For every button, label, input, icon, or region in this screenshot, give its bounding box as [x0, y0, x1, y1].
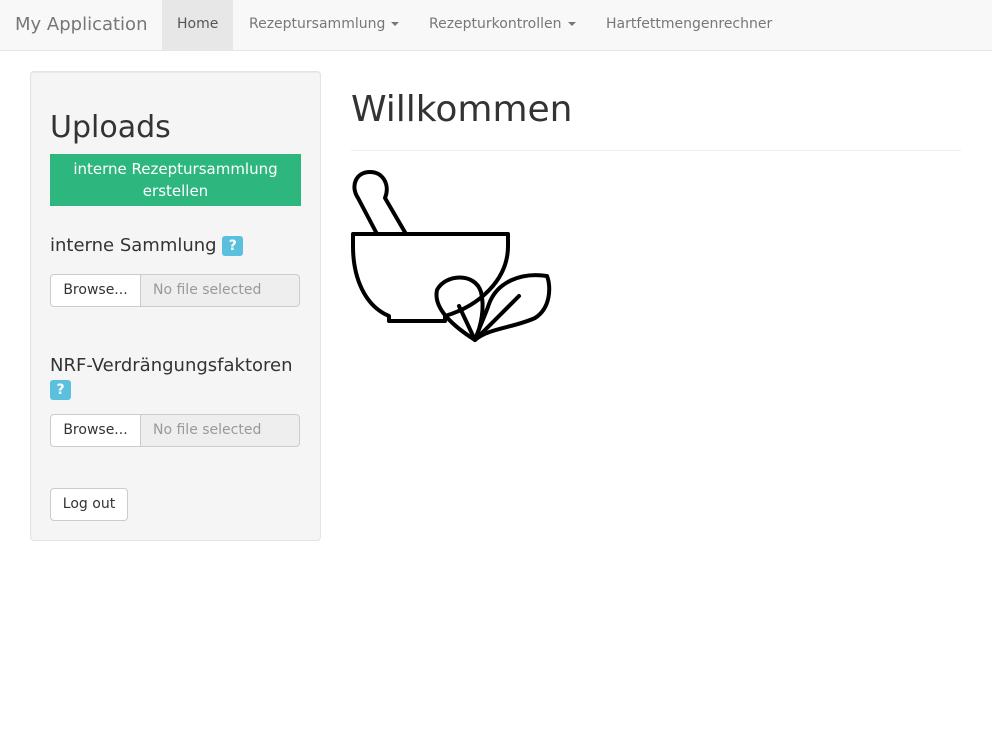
help-icon[interactable]: ?: [222, 236, 244, 256]
title-divider: [351, 150, 961, 151]
section-label-text: NRF-Verdrängungsfaktoren: [50, 355, 293, 376]
nav-item-hartfettmengenrechner[interactable]: Hartfettmengenrechner: [591, 0, 787, 50]
help-icon[interactable]: ?: [50, 380, 71, 400]
uploads-title: Uploads: [50, 110, 171, 145]
browse-button[interactable]: Browse...: [50, 414, 141, 447]
page-title: Willkommen: [351, 89, 573, 130]
nav-item-label: Home: [177, 16, 219, 32]
nav-item-label: Hartfettmengenrechner: [606, 16, 773, 32]
nrf-factors-file-input[interactable]: Browse... No file selected: [50, 414, 300, 447]
internal-collection-file-input[interactable]: Browse... No file selected: [50, 274, 300, 307]
file-status: No file selected: [140, 414, 300, 447]
mortar-pestle-herb-icon: [349, 168, 555, 346]
section-label-text: interne Sammlung: [50, 235, 217, 256]
browse-button[interactable]: Browse...: [50, 274, 141, 307]
navbar: My Application Home Rezeptursammlung Rez…: [0, 0, 992, 51]
nav-item-rezeptursammlung[interactable]: Rezeptursammlung: [234, 0, 414, 50]
uploads-panel: Uploads interne Rezeptursammlung erstell…: [30, 71, 321, 541]
caret-down-icon: [567, 22, 576, 26]
caret-down-icon: [391, 22, 400, 26]
nav-item-rezepturkontrollen[interactable]: Rezepturkontrollen: [414, 0, 591, 50]
nav-item-label: Rezepturkontrollen: [429, 16, 562, 32]
nav-item-label: Rezeptursammlung: [249, 16, 386, 32]
file-status: No file selected: [140, 274, 300, 307]
brand-link[interactable]: My Application: [15, 0, 147, 50]
nrf-factors-label: NRF-Verdrängungsfaktoren ?: [50, 354, 310, 402]
nav-item-home[interactable]: Home: [162, 0, 234, 50]
internal-collection-label: interne Sammlung ?: [50, 234, 244, 258]
create-collection-label: interne Rezeptursammlung erstellen: [73, 160, 278, 200]
logout-button[interactable]: Log out: [50, 488, 128, 521]
create-collection-button[interactable]: interne Rezeptursammlung erstellen: [50, 154, 301, 206]
